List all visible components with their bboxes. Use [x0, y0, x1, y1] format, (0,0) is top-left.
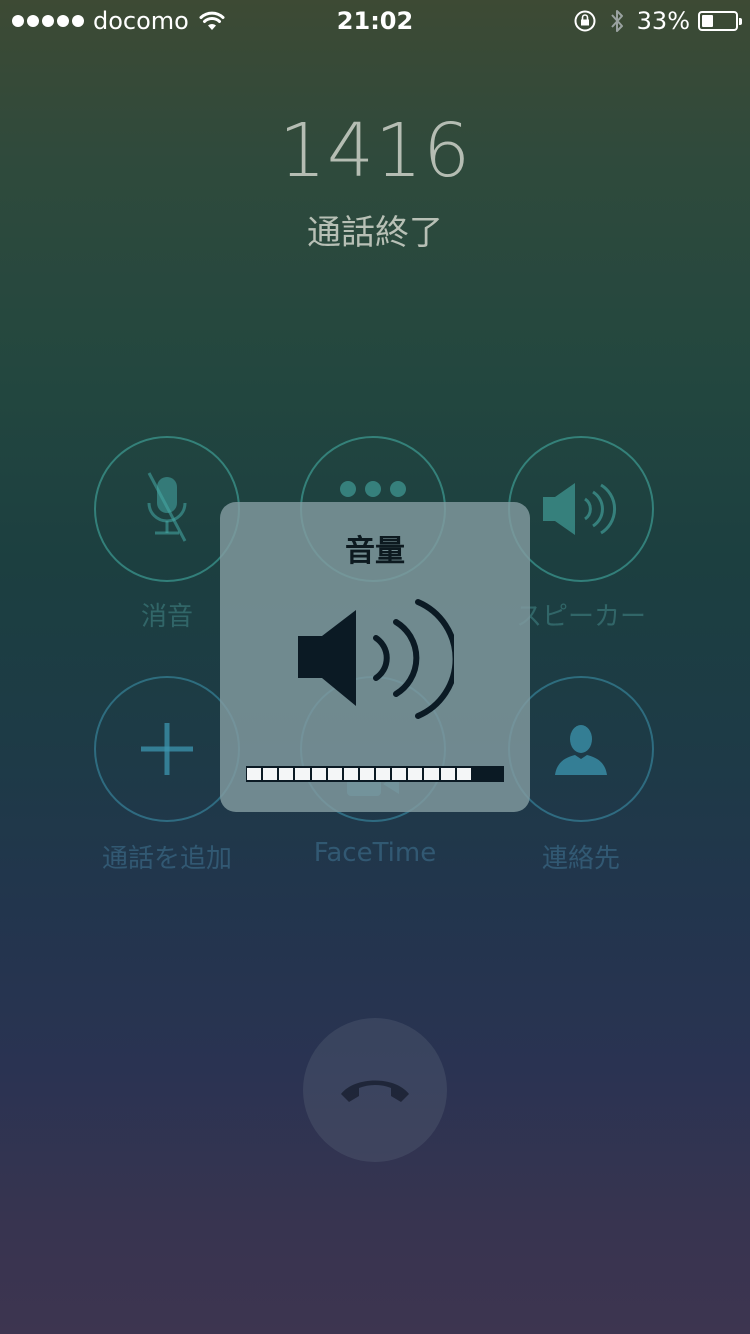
plus-icon [141, 723, 193, 775]
volume-segment [424, 768, 439, 780]
status-right: 33% [573, 6, 742, 36]
battery-level [702, 15, 713, 27]
mic-off-icon [147, 472, 187, 542]
volume-segment [376, 768, 391, 780]
end-call-button[interactable] [303, 1018, 447, 1162]
battery-icon [698, 11, 742, 31]
volume-segment [392, 768, 407, 780]
volume-segment [279, 768, 294, 780]
bluetooth-icon [610, 10, 623, 32]
volume-segment [456, 768, 471, 780]
status-bar: docomo 21:02 33% [0, 0, 750, 40]
volume-segment [472, 768, 487, 780]
volume-level-bar [246, 766, 504, 782]
call-status: 通話終了 [307, 213, 443, 253]
battery-percentage: 33% [636, 7, 690, 35]
volume-segment [343, 768, 358, 780]
volume-segment [263, 768, 278, 780]
volume-segment [359, 768, 374, 780]
caller-number: 1416 [278, 108, 472, 194]
volume-segment [408, 768, 423, 780]
contacts-label: 連絡先 [541, 844, 620, 874]
mute-button[interactable] [94, 436, 240, 582]
volume-segment [295, 768, 310, 780]
person-icon [555, 725, 607, 775]
volume-speaker-icon [298, 599, 454, 719]
orientation-lock-icon [574, 10, 596, 32]
volume-segment [327, 768, 342, 780]
volume-title: 音量 [345, 534, 405, 569]
volume-segment [488, 768, 503, 780]
speaker-icon [543, 483, 617, 535]
volume-segment [440, 768, 455, 780]
volume-hud: 音量 [220, 502, 530, 812]
dots-icon [340, 481, 406, 497]
facetime-label: FaceTime [313, 838, 437, 868]
add-call-label: 通話を追加 [101, 844, 232, 874]
phone-hangup-icon [341, 1080, 409, 1102]
add-call-button[interactable] [94, 676, 240, 822]
volume-segment [311, 768, 326, 780]
volume-segment [247, 768, 262, 780]
